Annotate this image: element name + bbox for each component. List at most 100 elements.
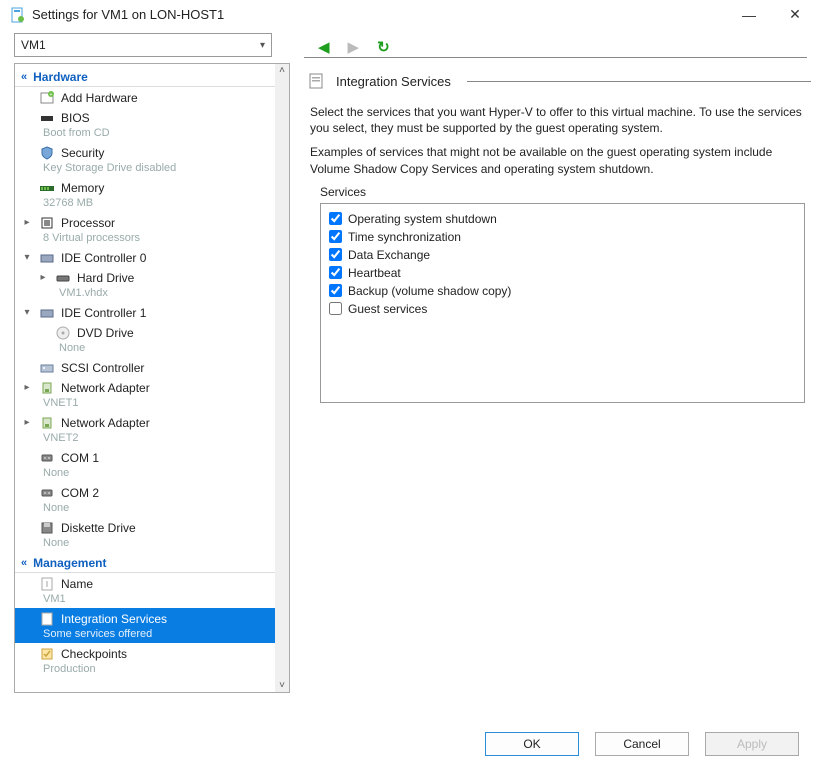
tree-item-com2[interactable]: COM 2None [15,482,275,517]
section-header-hardware[interactable]: «Hardware [15,66,275,87]
service-checkbox[interactable] [329,284,342,297]
app-icon [10,7,26,23]
tree-item-label: IDE Controller 1 [61,306,146,320]
tree-item-nic1[interactable]: ▸Network AdapterVNET1 [15,377,275,412]
detail-pane: ◀ ▶ ↻ Integration Services Select the se… [304,33,811,693]
tree-item-add-hw[interactable]: +Add Hardware [15,87,275,107]
tree-item-label: COM 1 [61,451,99,465]
window-title: Settings for VM1 on LON-HOST1 [32,7,723,22]
tree-item-label: BIOS [61,111,90,125]
dialog-footer: OK Cancel Apply [485,732,799,756]
tree-item-bios[interactable]: BIOS Boot from CD [15,107,275,142]
service-label: Operating system shutdown [348,212,497,226]
scroll-up-icon[interactable]: ˄ [279,64,285,77]
close-button[interactable]: ✕ [775,6,815,23]
nav-forward-icon: ▶ [348,40,360,55]
pane-title-divider [467,81,811,82]
service-checkbox[interactable] [329,212,342,225]
tree-item-ide0[interactable]: ▾IDE Controller 0 [15,247,275,267]
ram-icon [39,180,55,196]
tree-item-label: Checkpoints [61,647,127,661]
service-label: Data Exchange [348,248,430,262]
cpu-icon [39,215,55,231]
tree-item-sublabel: None [15,502,275,517]
settings-tree: «Hardware+Add Hardware BIOS Boot from CDSe… [14,63,290,693]
expander-icon[interactable]: ▸ [37,272,49,284]
service-checkbox[interactable] [329,302,342,315]
service-checkbox[interactable] [329,248,342,261]
service-item[interactable]: Time synchronization [329,228,796,246]
pane-description-2: Examples of services that might not be a… [310,144,805,176]
tree-item-name[interactable]: I Name VM1 [15,573,275,608]
tree-item-sublabel: 32768 MB [15,197,275,212]
service-checkbox[interactable] [329,266,342,279]
name-icon: I [39,576,55,592]
svg-text:I: I [46,580,48,589]
service-item[interactable]: Data Exchange [329,246,796,264]
service-label: Heartbeat [348,266,401,280]
minimize-button[interactable]: — [729,7,769,23]
services-list: Operating system shutdown Time synchroniz… [320,203,805,403]
tree-item-sublabel: Boot from CD [15,127,275,142]
service-item[interactable]: Guest services [329,300,796,318]
service-label: Time synchronization [348,230,461,244]
vm-selector-value: VM1 [21,38,46,52]
tree-item-ide1[interactable]: ▾ IDE Controller 1 [15,302,275,322]
tree-item-integ[interactable]: Integration ServicesSome services offere… [15,608,275,643]
tree-item-scsi[interactable]: SCSI Controller [15,357,275,377]
tree-item-security[interactable]: SecurityKey Storage Drive disabled [15,142,275,177]
tree-item-label: SCSI Controller [61,361,144,375]
tree-item-dvd[interactable]: DVD DriveNone [15,322,275,357]
tree-scrollbar[interactable]: ˄ ˅ [275,64,289,692]
nav-back-icon[interactable]: ◀ [318,40,330,55]
expander-icon[interactable]: ▸ [21,382,33,394]
tree-item-label: Memory [61,181,104,195]
expander-icon[interactable]: ▾ [21,307,33,319]
expander-icon[interactable]: ▾ [21,252,33,264]
ide-icon [39,250,55,266]
tree-item-hd[interactable]: ▸Hard DriveVM1.vhdx [15,267,275,302]
nic-icon [39,380,55,396]
tree-item-diskette[interactable]: Diskette DriveNone [15,517,275,552]
svg-text:+: + [50,92,53,98]
tree-item-nic2[interactable]: ▸Network AdapterVNET2 [15,412,275,447]
services-label: Services [320,185,811,199]
section-header-management[interactable]: «Management [15,552,275,573]
tree-item-com1[interactable]: COM 1None [15,447,275,482]
scroll-down-icon[interactable]: ˅ [279,679,285,692]
add-icon: + [39,90,55,106]
tree-item-checkpoints[interactable]: Checkpoints Production [15,643,275,678]
vm-selector[interactable]: VM1 ▾ [14,33,272,57]
expander-icon[interactable]: ▸ [21,417,33,429]
cancel-button[interactable]: Cancel [595,732,689,756]
tree-item-label: Network Adapter [61,416,150,430]
ide-icon [39,305,55,321]
tree-item-sublabel: 8 Virtual processors [15,232,275,247]
service-item[interactable]: Operating system shutdown [329,210,796,228]
expander-icon[interactable]: ▸ [21,217,33,229]
bios-icon [39,110,55,126]
tree-item-label: Hard Drive [77,271,134,285]
service-item[interactable]: Backup (volume shadow copy) [329,282,796,300]
com-icon [39,450,55,466]
nav-buttons: ◀ ▶ ↻ [318,40,390,55]
com-icon [39,485,55,501]
ok-button[interactable]: OK [485,732,579,756]
tree-item-label: Name [61,577,93,591]
service-item[interactable]: Heartbeat [329,264,796,282]
tree-item-sublabel: VM1 [15,593,275,608]
section-title: Hardware [33,70,88,84]
integration-services-icon [308,72,326,90]
scsi-icon [39,360,55,376]
apply-button: Apply [705,732,799,756]
refresh-icon[interactable]: ↻ [377,40,390,55]
chevron-down-icon: ▾ [260,40,265,51]
tree-item-label: Integration Services [61,612,167,626]
tree-item-processor[interactable]: ▸Processor8 Virtual processors [15,212,275,247]
service-label: Guest services [348,302,427,316]
integ-icon [39,611,55,627]
shield-icon [39,145,55,161]
service-checkbox[interactable] [329,230,342,243]
tree-item-sublabel: Production [15,663,275,678]
tree-item-memory[interactable]: Memory 32768 MB [15,177,275,212]
